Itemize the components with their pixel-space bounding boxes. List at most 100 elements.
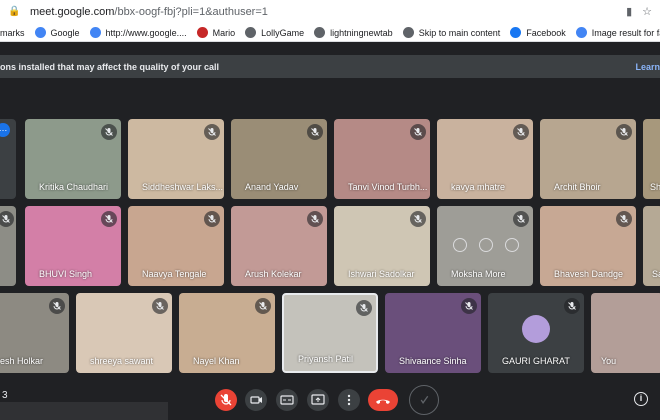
participant-tile[interactable]: Anand Yadav (231, 119, 327, 199)
mic-off-icon (220, 394, 232, 406)
mic-off-icon (0, 211, 14, 227)
participant-tile[interactable]: Sa (643, 206, 660, 286)
google-icon (34, 27, 46, 38)
bookmark-item[interactable]: Mario (196, 27, 235, 38)
bookmark-label: Skip to main content (418, 27, 501, 38)
participant-name: Naavya Tengale (142, 269, 207, 279)
bookmark-item[interactable]: http://www.google.... (89, 27, 187, 38)
participant-tile[interactable]: esh Holkar (0, 293, 69, 373)
learn-more-link[interactable]: Learn (635, 62, 660, 72)
bookmarks-bar: marks Google http://www.google.... Mario Lol… (0, 24, 660, 42)
participant-name: BHUVI Singh (39, 269, 93, 279)
mic-off-icon (49, 298, 65, 314)
leave-call-button[interactable] (368, 389, 398, 411)
google-icon (89, 27, 101, 38)
participant-tile[interactable]: Shivaance Sinha (385, 293, 481, 373)
mic-off-icon (410, 211, 426, 227)
participant-tile[interactable]: BHUVI Singh (25, 206, 121, 286)
camera-icon[interactable]: ▮ (626, 5, 632, 18)
bookmark-item[interactable]: Google (34, 27, 80, 38)
participant-tile[interactable]: Moksha More (437, 206, 533, 286)
participant-name: Ishwari Sadolkar (348, 269, 415, 279)
mic-off-icon (356, 300, 372, 316)
remove-icon[interactable] (505, 238, 519, 252)
meet-window: { "browser": { "url_host": "meet.google.… (0, 0, 660, 420)
participant-tile-partial[interactable] (0, 206, 16, 286)
mic-off-icon (307, 124, 323, 140)
bookmark-label: LollyGame (261, 27, 305, 38)
bookmark-item[interactable]: Skip to main content (402, 27, 501, 38)
mic-off-icon (255, 298, 271, 314)
participant-tile[interactable]: Archit Bhoir (540, 119, 636, 199)
more-options-button[interactable] (338, 389, 360, 411)
confirm-button[interactable] (409, 385, 439, 415)
taskbar-strip (0, 402, 168, 420)
bookmark-item[interactable]: marks (0, 28, 25, 38)
mic-off-icon (101, 211, 117, 227)
avatar (522, 315, 550, 343)
bookmark-label: lightningnewtab (330, 27, 393, 38)
participant-name: You (601, 356, 617, 366)
participant-name: Anand Yadav (245, 182, 299, 192)
notice-text: ons installed that may affect the qualit… (0, 61, 220, 72)
participant-name: Siddheshwar Laks... (142, 182, 224, 192)
participant-tile[interactable]: Siddheshwar Laks... (128, 119, 224, 199)
lock-icon[interactable]: 🔒 (8, 6, 20, 18)
participant-name: Sh (650, 182, 660, 192)
present-icon (311, 394, 325, 405)
participant-tile[interactable]: Ishwari Sadolkar (334, 206, 430, 286)
bookmark-label: http://www.google.... (105, 27, 187, 38)
participant-name: Moksha More (451, 269, 506, 279)
participant-tile[interactable]: Kritika Chaudhari (25, 119, 121, 199)
bookmark-item[interactable]: lightningnewtab (314, 27, 393, 38)
participant-tile-partial[interactable]: … (0, 119, 16, 199)
participant-tile[interactable]: Naavya Tengale (128, 206, 224, 286)
pin-icon[interactable] (453, 238, 467, 252)
more-vert-icon (347, 394, 351, 406)
camera-toggle-button[interactable] (245, 389, 267, 411)
participant-tile[interactable]: GAURI GHARAT (488, 293, 584, 373)
mic-toggle-button[interactable] (215, 389, 237, 411)
address-bar[interactable]: 🔒 meet.google.com/bbx-oogf-fbj?pli=1&aut… (0, 0, 660, 24)
facebook-icon (510, 27, 522, 38)
participant-tile[interactable]: Nayel Khan (179, 293, 275, 373)
participant-name: Priyansh Patil (298, 354, 354, 364)
more-options-icon[interactable]: … (0, 123, 10, 137)
bookmark-item[interactable]: LollyGame (245, 27, 304, 38)
mic-off-icon (152, 298, 168, 314)
participant-tile[interactable]: kavya mhatre (437, 119, 533, 199)
bookmark-label: marks (0, 27, 25, 38)
present-screen-button[interactable] (307, 389, 329, 411)
mic-off-icon (616, 211, 632, 227)
hang-up-icon (376, 399, 390, 404)
participant-tile[interactable]: Tanvi Vinod Turbh... (334, 119, 430, 199)
mic-off-icon (204, 211, 220, 227)
mic-off-icon (513, 124, 529, 140)
mic-off-icon (513, 211, 529, 227)
star-icon[interactable]: ☆ (642, 5, 652, 18)
participant-tile-active[interactable]: Priyansh Patil (282, 293, 378, 373)
url-text[interactable]: meet.google.com/bbx-oogf-fbj?pli=1&authu… (30, 6, 268, 18)
mic-off-icon (204, 124, 220, 140)
bookmark-item[interactable]: Facebook (510, 27, 566, 38)
participant-name: Nayel Khan (193, 356, 240, 366)
participant-tile[interactable]: Arush Kolekar (231, 206, 327, 286)
participant-tile-self[interactable]: You (591, 293, 660, 373)
info-icon[interactable]: i (634, 392, 648, 406)
extensions-notice: ons installed that may affect the qualit… (0, 55, 660, 78)
participant-name: Bhavesh Dandge (554, 269, 624, 279)
participant-name: Archit Bhoir (554, 182, 601, 192)
bookmark-label: Image result for fan... (591, 27, 660, 38)
bookmark-item[interactable]: Image result for fan... (575, 27, 660, 38)
globe-icon (314, 27, 326, 38)
tile-hover-controls (453, 238, 519, 252)
captions-button[interactable] (276, 389, 298, 411)
mute-icon[interactable] (479, 238, 493, 252)
mario-icon (196, 27, 208, 38)
mic-off-icon (101, 124, 117, 140)
participant-name: esh Holkar (0, 356, 44, 366)
participant-tile[interactable]: Bhavesh Dandge (540, 206, 636, 286)
participant-tile[interactable]: Sh (643, 119, 660, 199)
bookmark-label: Facebook (526, 27, 566, 38)
participant-tile[interactable]: shreeya sawant (76, 293, 172, 373)
